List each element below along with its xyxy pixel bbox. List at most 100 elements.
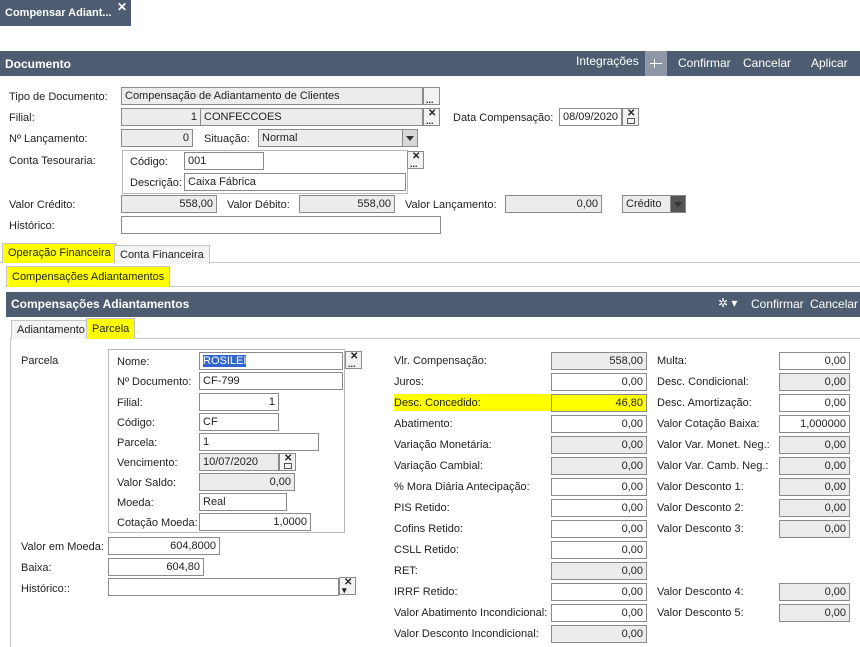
valor-right-label: Valor Desconto 4: [657,586,744,598]
descricao-label: Descrição: [130,177,182,189]
confirmar-button[interactable]: Confirmar [678,56,731,70]
parcela-tabs-divider [10,338,860,339]
window-tab[interactable]: Compensar Adiant... ✕ [0,0,131,26]
valor-mid-label: RET: [394,565,418,577]
valor-mid-label: Desc. Concedido: [394,394,551,411]
filial-name-field: CONFECCOES [200,108,423,126]
moeda-label: Moeda: [117,497,154,509]
valor-mid-field[interactable]: 0,00 [551,415,647,433]
valor-right-field[interactable]: 0,00 [779,394,850,412]
valor-credito-label: Valor Crédito: [9,199,76,211]
n-lancamento-field: 0 [121,129,193,147]
valor-mid-field[interactable]: 0,00 [551,583,647,601]
filial-code-field[interactable]: 1 [121,108,201,126]
settings-icon[interactable]: ✲ ▾ [718,296,737,310]
valor-saldo-field: 0,00 [199,473,295,491]
nome-field[interactable]: ROSILEI [199,352,343,370]
filial-lookup-button[interactable]: ✕... [423,108,440,126]
baixa-label: Baixa: [21,562,52,574]
calendar-icon[interactable]: ✕ [279,453,296,471]
baixa-field[interactable]: 604,80 [108,558,204,576]
parcela-group-label: Parcela [21,355,59,367]
valor-right-field[interactable]: 1,000000 [779,415,850,433]
valor-mid-field[interactable]: 46,80 [551,394,647,412]
valor-credito-field: 558,00 [121,195,217,213]
valor-mid-label: Cofins Retido: [394,523,464,535]
valor-right-label: Valor Cotação Baixa: [657,418,760,430]
aplicar-button[interactable]: Aplicar [811,56,848,70]
moeda-field[interactable]: Real [199,493,287,511]
valor-mid-field: 558,00 [551,352,647,370]
compensacoes-title: Compensações Adiantamentos [11,297,190,311]
conta-codigo-field[interactable]: 001 [184,152,264,170]
nome-value: ROSILEI [203,355,247,367]
valor-mid-label: Juros: [394,376,424,388]
historico-lookup-button[interactable]: ✕ ▾ [339,577,356,595]
tab-parcela[interactable]: Parcela [86,318,136,339]
valor-right-label: Valor Var. Monet. Neg.: [657,439,770,451]
calendar-icon[interactable]: ✕ [622,108,639,126]
data-compensacao-label: Data Compensação: [453,112,554,124]
valor-right-label: Valor Desconto 1: [657,481,744,493]
valor-lancamento-field: 0,00 [505,195,602,213]
pin-icon[interactable] [645,51,667,76]
valor-mid-label: Vlr. Compensação: [394,355,487,367]
n-documento-field[interactable]: CF-799 [199,372,343,390]
page-title: Documento [5,57,71,71]
tipo-lancamento-select[interactable]: Crédito [622,195,686,213]
conta-tesouraria-label: Conta Tesouraria: [9,155,96,167]
valor-mid-field[interactable]: 0,00 [551,520,647,538]
valor-mid-label: Variação Cambial: [394,460,484,472]
cotacao-moeda-field[interactable]: 1,0000 [199,513,311,531]
parcela-filial-label: Filial: [117,397,143,409]
comp-confirmar-button[interactable]: Confirmar [751,297,804,311]
parcela-filial-field[interactable]: 1 [199,393,279,411]
valor-mid-field[interactable]: 0,00 [551,541,647,559]
valor-right-field: 0,00 [779,583,850,601]
conta-tesouraria-lookup-button[interactable]: ✕... [407,151,424,169]
valor-em-moeda-label: Valor em Moeda: [21,541,104,553]
tab-compensacoes-adiantamentos[interactable]: Compensações Adiantamentos [6,266,171,287]
valor-em-moeda-field[interactable]: 604,8000 [108,537,220,555]
integracoes-button[interactable]: Integrações [576,54,639,68]
valor-mid-field[interactable]: 0,00 [551,499,647,517]
valor-lancamento-label: Valor Lançamento: [405,199,497,211]
nome-lookup-button[interactable]: ✕... [345,351,362,369]
vencimento-field[interactable]: 10/07/2020 [199,453,279,471]
valor-saldo-label: Valor Saldo: [117,477,177,489]
valor-mid-field: 0,00 [551,436,647,454]
conta-descricao-field[interactable]: Caixa Fábrica [184,173,406,191]
valor-mid-field[interactable]: 0,00 [551,604,647,622]
window-tab-title: Compensar Adiant... [5,7,112,19]
tipo-documento-lookup-button[interactable]: ... [423,87,440,105]
historico-label: Histórico: [9,220,55,232]
parcela-historico-field[interactable] [108,578,339,596]
chevron-down-icon[interactable] [402,130,417,146]
tab-adiantamento[interactable]: Adiantamento [11,320,91,339]
compensacoes-toolbar: Compensações Adiantamentos ✲ ▾ Confirmar… [6,292,860,317]
tipo-documento-field[interactable]: Compensação de Adiantamento de Clientes [121,87,423,105]
valor-mid-field[interactable]: 0,00 [551,478,647,496]
valor-mid-field[interactable]: 0,00 [551,373,647,391]
valor-right-field: 0,00 [779,457,850,475]
cancelar-button[interactable]: Cancelar [743,56,791,70]
situacao-select[interactable]: Normal [258,129,418,147]
historico-field[interactable] [121,216,441,234]
valor-mid-field: 0,00 [551,457,647,475]
parcela-codigo-field[interactable]: CF [199,413,279,431]
valor-right-field: 0,00 [779,478,850,496]
situacao-label: Situação: [204,133,250,145]
valor-right-field: 0,00 [779,604,850,622]
tab-conta-financeira[interactable]: Conta Financeira [114,245,210,264]
tab-operacao-financeira[interactable]: Operação Financeira [2,243,117,263]
data-compensacao-field[interactable]: 08/09/2020 [559,108,622,126]
chevron-down-icon[interactable] [670,196,685,212]
close-icon[interactable]: ✕ [117,0,127,14]
comp-cancelar-button[interactable]: Cancelar [810,297,858,311]
valor-right-field[interactable]: 0,00 [779,352,850,370]
parcela-parcela-field[interactable]: 1 [199,433,319,451]
valor-debito-field: 558,00 [299,195,395,213]
situacao-value: Normal [262,132,298,144]
valor-right-label: Valor Desconto 3: [657,523,744,535]
n-documento-label: Nº Documento: [117,376,192,388]
